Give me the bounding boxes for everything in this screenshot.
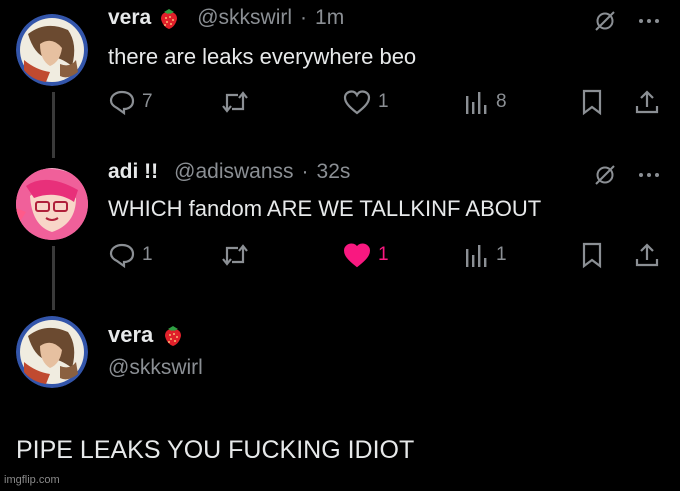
- thread-line: [52, 246, 55, 310]
- separator: ·: [301, 160, 309, 183]
- retweet-icon: [222, 244, 248, 266]
- focused-name-row: vera: [108, 322, 185, 348]
- more-icon[interactable]: [636, 162, 662, 188]
- bookmark-button[interactable]: [580, 88, 604, 116]
- views-count: 8: [496, 91, 507, 112]
- tweet-text: WHICH fandom ARE WE TALLKINF ABOUT: [108, 196, 542, 221]
- like-button[interactable]: 1: [342, 241, 389, 269]
- avatar[interactable]: [16, 168, 88, 240]
- bookmark-icon: [582, 89, 602, 116]
- views-button[interactable]: 1: [464, 241, 507, 269]
- reply-button[interactable]: 7: [108, 88, 153, 116]
- timestamp[interactable]: 32s: [317, 160, 351, 184]
- retweet-icon: [222, 91, 248, 113]
- like-button[interactable]: 1: [342, 88, 389, 116]
- tweet-text: there are leaks everywhere beo: [108, 44, 417, 69]
- timestamp[interactable]: 1m: [315, 6, 344, 30]
- strawberry-emoji: [157, 6, 181, 30]
- like-icon: [343, 243, 371, 268]
- views-count: 1: [496, 244, 507, 265]
- more-icon[interactable]: [636, 8, 662, 34]
- avatar[interactable]: [16, 316, 88, 388]
- reply-count: 1: [142, 244, 153, 265]
- grok-icon[interactable]: [592, 162, 618, 188]
- share-button[interactable]: [634, 88, 660, 116]
- bookmark-button[interactable]: [580, 241, 604, 269]
- share-button[interactable]: [634, 241, 660, 269]
- grok-icon[interactable]: [592, 8, 618, 34]
- like-count: 1: [378, 244, 389, 265]
- views-icon: [466, 92, 487, 114]
- tweet-header: adi !! @adiswanss · 32s: [108, 160, 350, 184]
- tweet-header: vera @skkswirl · 1m: [108, 6, 344, 30]
- display-name[interactable]: vera: [108, 6, 151, 30]
- retweet-button[interactable]: [220, 241, 250, 269]
- handle[interactable]: @adiswanss: [174, 160, 293, 184]
- strawberry-emoji: [161, 323, 185, 347]
- like-count: 1: [378, 91, 389, 112]
- watermark: imgflip.com: [4, 474, 60, 486]
- like-icon: [343, 90, 371, 115]
- retweet-button[interactable]: [220, 88, 250, 116]
- views-icon: [466, 245, 487, 267]
- views-button[interactable]: 8: [464, 88, 507, 116]
- reply-icon: [109, 90, 135, 116]
- separator: ·: [300, 6, 308, 29]
- reply-icon: [109, 243, 135, 269]
- handle[interactable]: @skkswirl: [197, 6, 292, 30]
- thread-line: [52, 92, 55, 158]
- display-name[interactable]: adi !!: [108, 160, 158, 184]
- reply-button[interactable]: 1: [108, 241, 153, 269]
- avatar[interactable]: [16, 14, 88, 86]
- bookmark-icon: [582, 242, 602, 269]
- share-icon: [635, 243, 659, 267]
- reply-count: 7: [142, 91, 153, 112]
- focused-tweet-text: PIPE LEAKS YOU FUCKING IDIOT: [16, 436, 415, 464]
- display-name[interactable]: vera: [108, 322, 153, 348]
- handle[interactable]: @skkswirl: [108, 356, 203, 380]
- share-icon: [635, 90, 659, 114]
